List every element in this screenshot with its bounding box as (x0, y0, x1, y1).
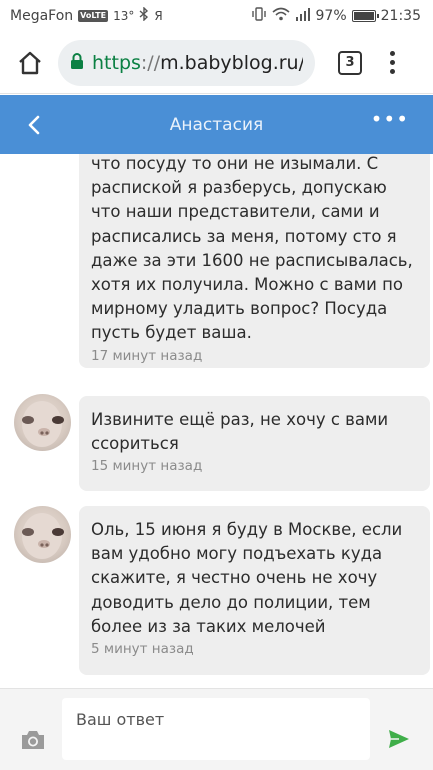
message-text: Извините ещё раз, не хочу с вами ссорить… (91, 410, 389, 454)
battery-percent: 97% (315, 8, 347, 24)
weather-temperature: 13° (113, 9, 135, 23)
browser-toolbar: https://m.babyblog.ru/u 3 (0, 32, 433, 94)
message-time: 15 минут назад (91, 458, 203, 475)
home-icon (19, 51, 41, 74)
message-list[interactable]: что посуду то они не изымали. С расписко… (0, 154, 433, 688)
clock: 21:35 (380, 8, 421, 24)
url-scheme: https (92, 51, 141, 74)
camera-icon (22, 731, 44, 749)
url-separator: :// (140, 51, 161, 74)
vibrate-icon (251, 7, 267, 25)
tab-switcher-button[interactable]: 3 (338, 50, 362, 75)
wifi-icon (271, 7, 290, 25)
yandex-icon: Я (154, 9, 163, 23)
volte-badge: VoLTE (78, 10, 109, 22)
message-bubble: что посуду то они не изымали. С расписко… (79, 154, 430, 368)
chevron-left-icon (28, 115, 40, 135)
message-time: 5 минут назад (91, 641, 194, 658)
url-text: https://m.babyblog.ru/u (92, 52, 303, 74)
send-icon (389, 730, 409, 748)
address-bar[interactable]: https://m.babyblog.ru/u (58, 39, 315, 86)
avatar[interactable] (14, 394, 71, 451)
attach-photo-button[interactable] (20, 729, 46, 755)
bluetooth-icon (139, 6, 149, 25)
status-left: MegaFon VoLTE 13° Я (10, 6, 163, 25)
status-bar: MegaFon VoLTE 13° Я 97% 21:35 (0, 0, 433, 32)
contact-name: Анастасия (169, 114, 264, 135)
home-button[interactable] (10, 43, 50, 83)
more-options-button[interactable]: ••• (371, 107, 409, 131)
signal-icon (295, 7, 311, 25)
browser-menu-button[interactable] (390, 51, 395, 74)
message-bubble: Извините ещё раз, не хочу с вами ссорить… (79, 396, 430, 491)
status-right: 97% 21:35 (251, 7, 421, 25)
reply-composer (0, 688, 433, 770)
avatar[interactable] (14, 506, 71, 563)
back-button[interactable] (20, 111, 48, 139)
conversation-header: Анастасия ••• (0, 95, 433, 154)
message-text: что посуду то они не изымали. С расписко… (91, 154, 413, 343)
carrier-name: MegaFon (10, 8, 74, 24)
send-button[interactable] (388, 729, 410, 753)
message-text: Оль, 15 июня я буду в Москве, если вам у… (91, 520, 403, 636)
message-time: 17 минут назад (91, 347, 203, 364)
message-bubble: Оль, 15 июня я буду в Москве, если вам у… (79, 506, 430, 675)
reply-input[interactable] (62, 698, 370, 760)
url-host: m.babyblog.ru/u (160, 51, 303, 74)
lock-icon (70, 52, 84, 74)
battery-icon (351, 10, 379, 22)
